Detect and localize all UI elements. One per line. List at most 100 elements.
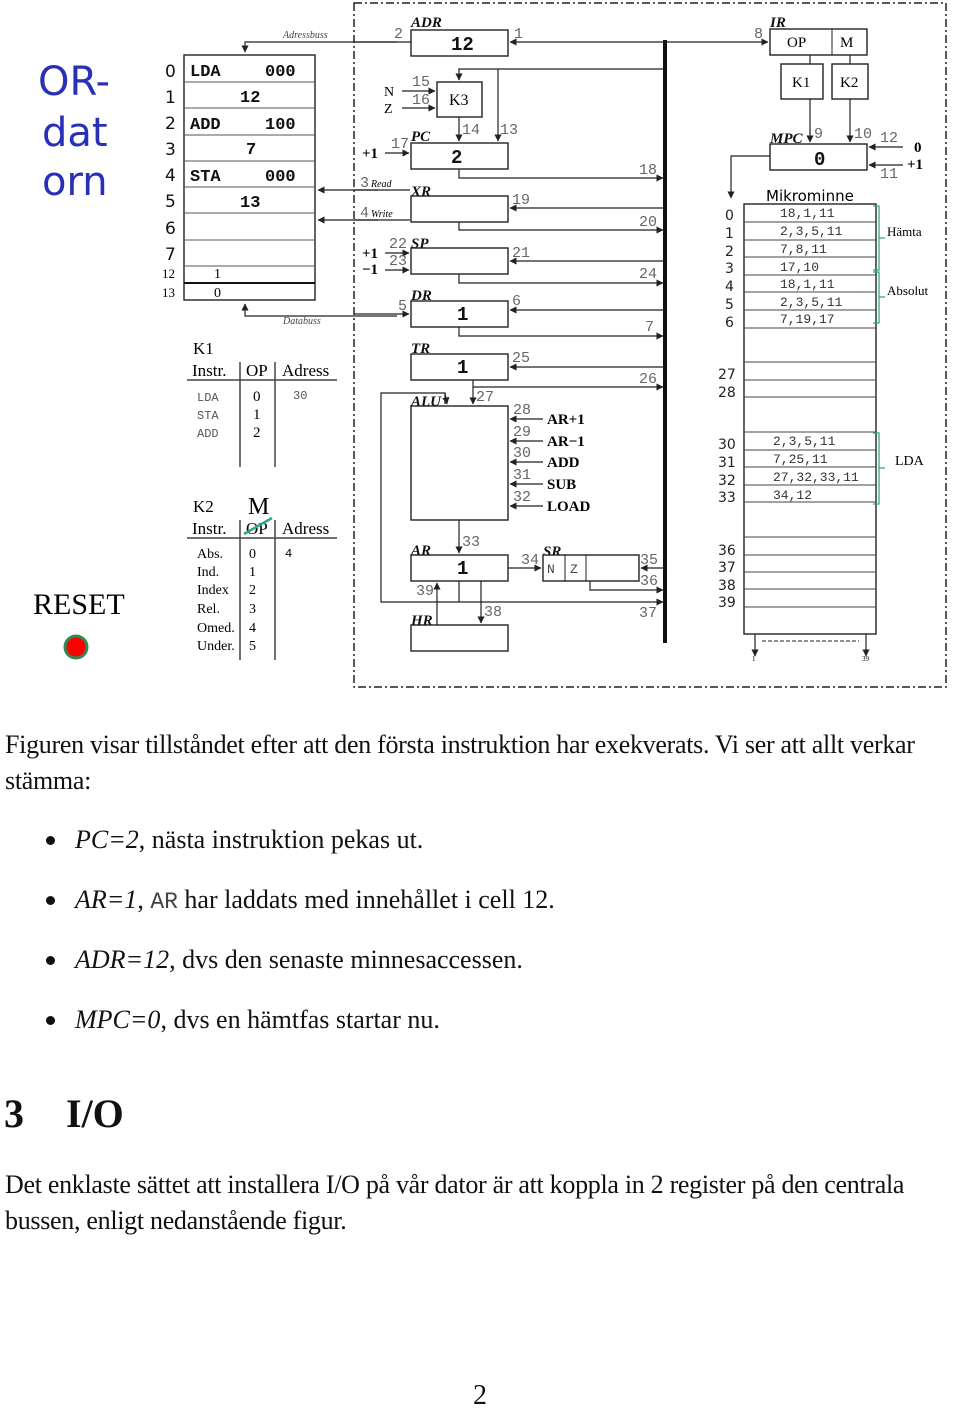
alu-op-label: AR+1 — [547, 412, 585, 428]
group-label-hamta: Hämta — [887, 224, 922, 239]
micro-signals: 18,1,11 — [780, 277, 835, 292]
signal-29: 29 — [513, 424, 531, 441]
k2-header-adress: Adress — [282, 519, 329, 538]
signal-39: 39 — [416, 583, 434, 600]
mem-addr: 12 — [162, 266, 175, 281]
micro-addr: 1 — [725, 226, 734, 242]
signal-10: 10 — [854, 126, 872, 143]
k2-op: 1 — [249, 565, 256, 580]
intro-paragraph: Figuren visar tillståndet efter att den … — [5, 730, 915, 795]
list-item: ADR=12, dvs den senaste minnesaccessen. — [0, 940, 555, 1000]
signal-31: 31 — [513, 467, 531, 484]
signal-19: 19 — [512, 192, 530, 209]
mem-addr: 3 — [165, 140, 176, 160]
signal-2: 2 — [394, 26, 403, 43]
bullet-text: , — [137, 885, 151, 914]
mem-value: 0 — [214, 286, 221, 301]
mem-addr: 5 — [165, 192, 176, 212]
signal-21: 21 — [512, 245, 530, 262]
state-list: PC=2, nästa instruktion pekas ut. AR=1, … — [0, 820, 555, 1060]
mem-addr: 2 — [165, 114, 176, 134]
micro-signals: 34,12 — [773, 488, 812, 503]
signal-17: 17 — [391, 136, 409, 153]
micro-addr: 38 — [718, 578, 736, 594]
micromemory-title: Mikrominne — [766, 187, 854, 205]
signal-3: 3 — [360, 175, 369, 192]
mem-arg: 000 — [265, 168, 296, 187]
bullet-icon — [46, 836, 55, 845]
micro-addr: 27 — [718, 367, 736, 383]
signal-8: 8 — [754, 26, 763, 43]
micro-addr: 33 — [718, 490, 736, 506]
register-sp: SP +1 −1 22 23 21 24 — [362, 236, 665, 287]
sp-inc-label: +1 — [362, 246, 378, 262]
register-xr: XR 19 20 — [410, 184, 665, 234]
signal-24: 24 — [639, 266, 657, 283]
k1-box-label: K1 — [792, 75, 810, 91]
mpc-reset-label: 0 — [914, 140, 922, 156]
mem-op: ADD — [190, 116, 221, 135]
micro-signals: 27,32,33,11 — [773, 470, 859, 485]
micro-addr: 5 — [725, 297, 734, 313]
alu-ops: 28 29 30 31 32 AR+1 AR−1 ADD SUB LOAD — [509, 402, 591, 515]
alu-op-label: SUB — [547, 477, 576, 493]
alu-op-label: AR−1 — [547, 434, 585, 450]
k1-header-op: OP — [246, 361, 268, 380]
micro-addr: 39 — [718, 595, 736, 611]
tr-value: 1 — [457, 357, 468, 379]
k2-adress: 4 — [285, 547, 292, 561]
section-heading: 3 I/O — [4, 1090, 124, 1137]
micro-addr: 36 — [718, 543, 736, 559]
pc-value: 2 — [451, 147, 462, 169]
micro-addr: 0 — [725, 208, 734, 224]
section-number: 3 — [4, 1091, 24, 1136]
signal-7: 7 — [645, 319, 654, 336]
alu-op-label: LOAD — [547, 499, 591, 515]
pc-inc-label: +1 — [362, 146, 378, 162]
signal-11: 11 — [880, 166, 898, 183]
bullet-code: AR — [150, 889, 178, 915]
bullet-tail: har laddats med innehållet i cell 12. — [177, 885, 555, 914]
reset-button[interactable] — [63, 634, 89, 660]
bullet-icon — [46, 896, 55, 905]
page-number: 2 — [473, 1380, 487, 1411]
micro-output-first: 1 — [752, 655, 756, 663]
k2-title: K2 — [193, 497, 214, 516]
title-line-1: OR- — [38, 59, 110, 105]
signal-20: 20 — [639, 214, 657, 231]
signal-25: 25 — [512, 350, 530, 367]
k2-instr: Index — [197, 583, 229, 598]
signal-27: 27 — [476, 389, 494, 406]
figure-title: OR- dat orn — [38, 59, 110, 205]
mem-addr: 6 — [165, 219, 176, 239]
micro-addr: 2 — [725, 244, 734, 260]
mem-value: 13 — [240, 194, 260, 213]
micro-memory: Mikrominne 0 1 2 3 4 5 6 27 28 30 31 32 … — [718, 187, 929, 663]
mpc-inc-label: +1 — [907, 157, 923, 173]
signal-14: 14 — [462, 122, 480, 139]
adr-value: 12 — [451, 34, 474, 56]
signal-16: 16 — [412, 92, 430, 109]
k1-adress: 30 — [293, 389, 307, 403]
list-item: PC=2, nästa instruktion pekas ut. — [0, 820, 555, 880]
micro-addr: 30 — [718, 437, 736, 453]
bullet-icon — [46, 1016, 55, 1025]
bullet-lead: MPC=0 — [75, 1005, 161, 1034]
bullet-lead: ADR=12 — [75, 945, 170, 974]
micro-addr: 32 — [718, 473, 736, 489]
ir-m-field: M — [840, 35, 853, 51]
micro-addr: 28 — [718, 385, 736, 401]
sr-flag-z: Z — [570, 562, 578, 577]
mem-addr: 0 — [165, 62, 176, 82]
signal-26: 26 — [639, 371, 657, 388]
title-line-2: dat — [42, 110, 108, 156]
bullet-lead: PC=2 — [75, 825, 139, 854]
micro-signals: 7,19,17 — [780, 312, 835, 327]
micro-signals: 2,3,5,11 — [780, 224, 843, 239]
group-label-lda: LDA — [895, 454, 925, 469]
mem-arg: 000 — [265, 63, 296, 82]
micro-addr: 6 — [725, 315, 734, 331]
signal-23: 23 — [389, 253, 407, 270]
k1-title: K1 — [193, 339, 214, 358]
read-label: Read — [370, 179, 393, 190]
